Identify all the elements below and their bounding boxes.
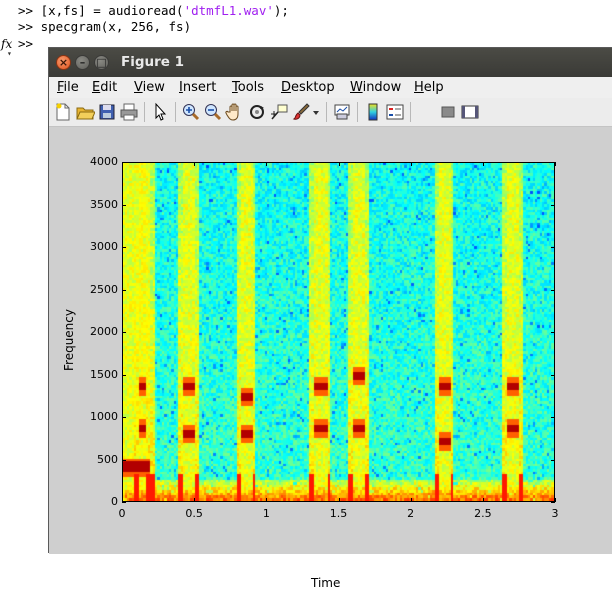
y-axis-label: Frequency [62,309,76,371]
colorbar-icon[interactable] [363,102,383,122]
prompt: >> [18,3,41,18]
x-tick-mark [122,498,123,502]
x-tick-mark [483,162,484,166]
x-tick-label: 0 [118,507,126,520]
x-tick-mark [411,498,412,502]
y-tick-mark [122,247,126,248]
y-tick-label: 4000 [90,155,118,168]
x-tick-mark [266,498,267,502]
x-tick-mark [266,162,267,166]
y-tick-mark [551,417,555,418]
figure-window: × – □ Figure 1 File Edit View Insert Too… [48,47,612,590]
y-tick-mark [551,247,555,248]
brush-icon[interactable] [291,102,311,122]
y-tick-label: 3000 [90,240,118,253]
open-file-icon[interactable] [75,102,96,122]
x-tick-mark [194,162,195,166]
menu-edit[interactable]: Edit [92,80,117,95]
y-tick-mark [122,460,126,461]
menu-help[interactable]: Help [414,80,444,95]
x-tick-mark [483,498,484,502]
y-tick-mark [551,375,555,376]
rotate-3d-icon[interactable] [247,102,267,122]
chevron-down-icon[interactable]: ▾ [7,49,12,58]
zoom-out-icon[interactable] [203,102,223,122]
x-tick-label: 1.5 [329,507,348,520]
command-line-2: >> specgram(x, 256, fs) [18,19,191,35]
x-tick-label: 2 [407,507,415,520]
x-tick-label: 2.5 [474,507,492,520]
x-tick-mark [339,162,340,166]
y-tick-mark [122,417,126,418]
window-title: Figure 1 [121,54,185,70]
toolbar-separator [410,102,411,122]
y-tick-label: 500 [97,452,118,466]
spectrogram-image [123,163,554,501]
menu-desktop[interactable]: Desktop [281,80,335,95]
code-text: [x,fs] = audioread( [40,3,184,18]
prompt: >> [18,36,41,51]
show-plot-tools-icon[interactable] [460,102,480,122]
save-icon[interactable] [97,102,117,122]
figure-toolbar [49,98,612,127]
y-tick-mark [122,332,126,333]
pan-hand-icon[interactable] [225,102,245,122]
y-tick-mark [122,502,126,503]
pointer-icon[interactable] [150,102,170,122]
toolbar-separator [144,102,145,122]
command-line-1: >> [x,fs] = audioread('dtmfL1.wav'); [18,3,289,19]
y-tick-mark [551,502,555,503]
close-button[interactable]: × [56,55,71,70]
x-tick-mark [339,498,340,502]
toolbar-separator [175,102,176,122]
x-tick-mark [555,498,556,502]
toolbar-separator [357,102,358,122]
dropdown-arrow-icon[interactable] [311,102,321,122]
x-axis-label: Time [311,576,341,590]
maximize-button[interactable]: □ [94,55,109,70]
y-tick-label: 1500 [90,367,118,381]
menu-bar: File Edit View Insert Tools Desktop Wind… [49,77,612,98]
minimize-button[interactable]: – [75,55,90,70]
prompt: >> [18,19,41,34]
x-tick-mark [122,162,123,166]
y-tick-label: 2500 [90,282,118,296]
y-tick-mark [122,290,126,291]
menu-view[interactable]: View [134,80,165,95]
command-line-3[interactable]: >> [18,36,41,52]
plot-area: Frequency Time 0 500 1000 1500 2000 2500 3000 3… [49,127,612,590]
y-tick-label: 3500 [90,197,118,211]
zoom-in-icon[interactable] [181,102,201,122]
y-tick-mark [122,205,126,206]
toolbar-separator [326,102,327,122]
x-tick-label: 1 [262,507,270,520]
code-text: ); [273,3,289,18]
new-figure-icon[interactable] [53,102,73,122]
menu-window[interactable]: Window [350,80,401,95]
menu-file[interactable]: File [57,80,79,95]
menu-insert[interactable]: Insert [179,80,216,95]
code-string: 'dtmfL1.wav' [183,3,274,18]
data-cursor-icon[interactable] [269,102,289,122]
y-tick-mark [551,290,555,291]
y-tick-mark [551,205,555,206]
y-tick-mark [551,460,555,461]
code-text: specgram(x, 256, fs) [40,19,192,34]
legend-icon[interactable] [385,102,405,122]
link-plot-icon[interactable] [332,102,352,122]
y-tick-label: 1000 [90,410,118,423]
print-icon[interactable] [119,102,139,122]
y-tick-mark [122,375,126,376]
title-bar[interactable]: × – □ Figure 1 [49,48,612,77]
y-tick-mark [551,332,555,333]
y-tick-label: 2000 [90,325,118,338]
x-tick-label: 0.5 [185,507,203,520]
x-tick-mark [555,162,556,166]
hide-plot-tools-icon[interactable] [438,102,458,122]
menu-tools[interactable]: Tools [232,80,264,95]
x-tick-label: 3 [551,507,559,520]
x-tick-mark [194,498,195,502]
spectrogram-axes[interactable] [122,162,555,502]
x-tick-mark [411,162,412,166]
